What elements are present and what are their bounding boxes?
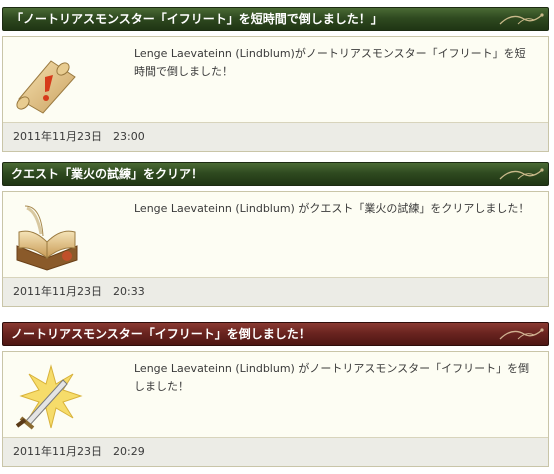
entry-timestamp: 2011年11月23日 23:00 <box>3 122 548 151</box>
entry-title: ノートリアスモンスター「イフリート」を倒しました！ <box>11 327 311 341</box>
feed-entry: クエスト「業火の試練」をクリア！ Lenge Laevateinn (Lindb… <box>2 162 549 307</box>
entry-card: Lenge Laevateinn (Lindblum) がクエスト「業火の試練」… <box>2 191 549 307</box>
scroll-exclamation-icon <box>11 47 83 119</box>
entry-title: クエスト「業火の試練」をクリア！ <box>11 167 204 181</box>
entry-header: 「ノートリアスモンスター「イフリート」を短時間で倒しました！」 <box>2 7 549 31</box>
entry-header: ノートリアスモンスター「イフリート」を倒しました！ <box>2 322 549 346</box>
flourish-ornament-icon <box>499 13 544 25</box>
flourish-ornament-icon <box>499 168 544 180</box>
entry-card: Lenge Laevateinn (Lindblum) がノートリアスモンスター… <box>2 351 549 467</box>
entry-timestamp: 2011年11月23日 20:33 <box>3 277 548 306</box>
entry-timestamp: 2011年11月23日 20:29 <box>3 437 548 466</box>
entry-title: 「ノートリアスモンスター「イフリート」を短時間で倒しました！」 <box>11 12 383 26</box>
entry-message: Lenge Laevateinn (Lindblum) がノートリアスモンスター… <box>134 362 530 393</box>
sword-burst-icon <box>11 362 83 434</box>
open-book-quill-icon <box>11 202 83 274</box>
entry-card: Lenge Laevateinn (Lindblum)がノートリアスモンスター「… <box>2 36 549 152</box>
entry-header: クエスト「業火の試練」をクリア！ <box>2 162 549 186</box>
entry-message: Lenge Laevateinn (Lindblum) がクエスト「業火の試練」… <box>134 202 530 215</box>
feed-entry: ノートリアスモンスター「イフリート」を倒しました！ Lenge Laevatei… <box>2 322 549 467</box>
feed-entry: 「ノートリアスモンスター「イフリート」を短時間で倒しました！」 Lenge La… <box>2 7 549 152</box>
entry-message: Lenge Laevateinn (Lindblum)がノートリアスモンスター「… <box>134 47 526 78</box>
achievement-feed: 「ノートリアスモンスター「イフリート」を短時間で倒しました！」 Lenge La… <box>0 0 554 474</box>
flourish-ornament-icon <box>499 328 544 340</box>
